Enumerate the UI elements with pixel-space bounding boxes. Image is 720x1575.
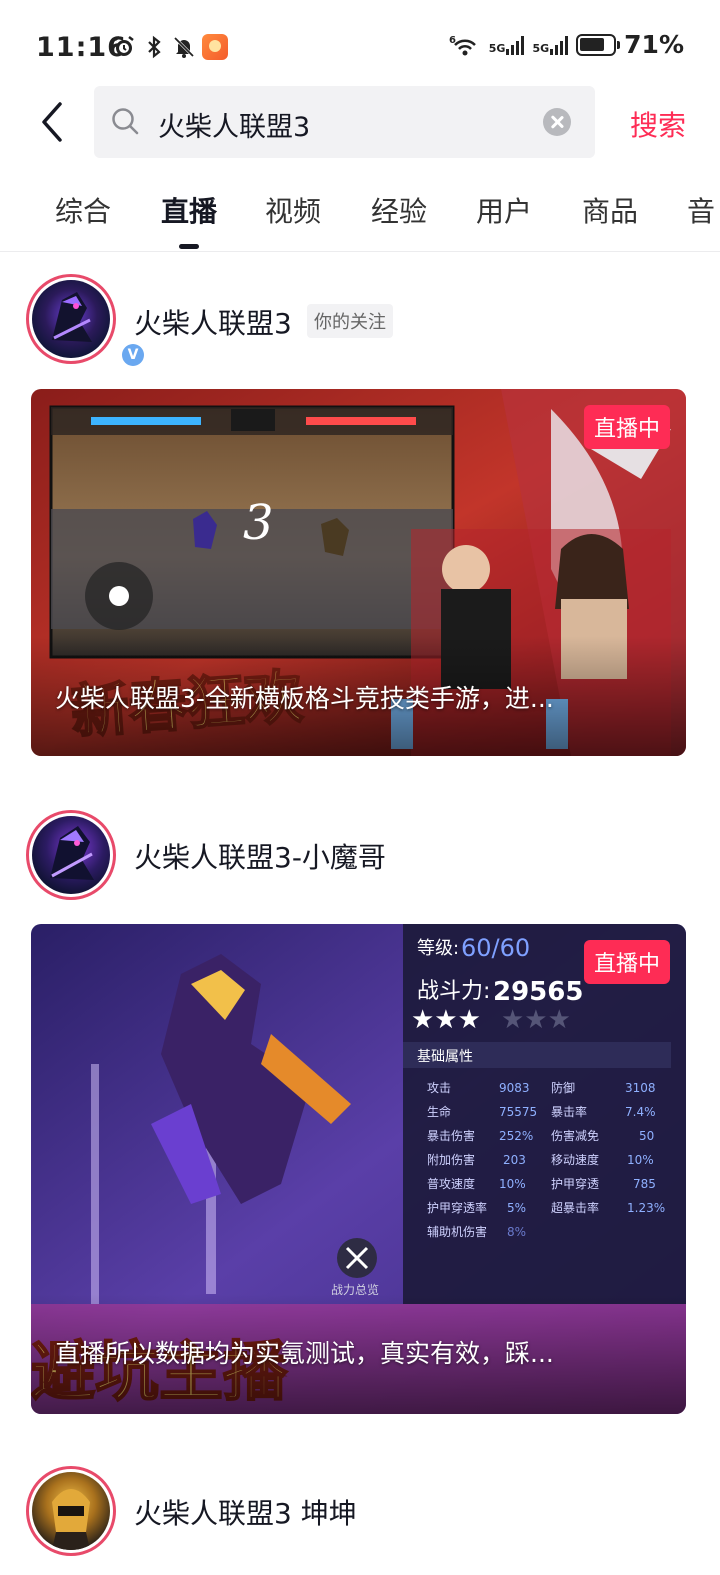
svg-text:暴击伤害: 暴击伤害: [427, 1128, 475, 1143]
svg-text:1.23%: 1.23%: [627, 1201, 665, 1215]
avatar-image: [32, 280, 110, 358]
svg-text:攻击: 攻击: [427, 1081, 451, 1095]
search-row: 火柴人联盟3 搜索: [0, 86, 720, 158]
svg-text:50: 50: [639, 1129, 654, 1143]
svg-text:生命: 生命: [427, 1104, 451, 1119]
svg-text:252%: 252%: [499, 1129, 533, 1143]
clear-search-button[interactable]: [543, 108, 571, 136]
network-label-2: 5G: [532, 41, 550, 55]
search-icon: [110, 106, 140, 136]
svg-text:基础属性: 基础属性: [417, 1048, 473, 1065]
anchor-name[interactable]: 火柴人联盟3 坤坤: [134, 1492, 357, 1532]
back-button[interactable]: [34, 100, 74, 144]
live-cover[interactable]: 3 新春狂欢 直播中 火柴人联盟3-全新横板格斗竞技类手游，进...: [31, 389, 686, 756]
alarm-icon: [112, 35, 136, 59]
svg-text:29565: 29565: [493, 977, 583, 1007]
svg-text:10%: 10%: [499, 1177, 526, 1191]
battery-icon: [576, 33, 621, 56]
tab-products[interactable]: 商品: [582, 190, 638, 230]
tab-live[interactable]: 直播: [161, 190, 217, 230]
chevron-left-icon: [42, 102, 62, 142]
svg-text:203: 203: [503, 1153, 526, 1167]
mute-icon: [172, 35, 196, 59]
live-cover[interactable]: 等级: 60/60 战斗力: 29565 ★★★ ★★★ 基础属性 攻击 9083…: [31, 924, 686, 1414]
wifi-icon: 6: [449, 33, 481, 57]
signal-icon-2: 5G: [532, 35, 569, 55]
verified-badge: V: [119, 341, 147, 369]
battery-percent: 71%: [624, 30, 684, 59]
avatar[interactable]: [26, 1466, 116, 1556]
live-title: 直播所以数据均为实氪测试，真实有效，踩...: [55, 1339, 554, 1368]
anchor-name[interactable]: 火柴人联盟3: [134, 302, 292, 342]
verified-icon: V: [122, 344, 144, 366]
svg-text:超暴击率: 超暴击率: [551, 1200, 599, 1215]
svg-text:7.4%: 7.4%: [625, 1105, 656, 1119]
svg-text:战斗力:: 战斗力:: [417, 979, 490, 1004]
svg-text:★★★: ★★★: [411, 1005, 481, 1035]
avatar[interactable]: [26, 810, 116, 900]
tab-experience[interactable]: 经验: [371, 190, 427, 230]
svg-text:60/60: 60/60: [461, 934, 530, 962]
network-label-1: 5G: [488, 41, 506, 55]
svg-text:★★★: ★★★: [501, 1005, 571, 1035]
svg-text:5%: 5%: [507, 1201, 526, 1215]
svg-text:护甲穿透: 护甲穿透: [551, 1176, 599, 1191]
tab-comprehensive[interactable]: 综合: [55, 190, 111, 230]
svg-text:75575: 75575: [499, 1105, 537, 1119]
svg-text:等级:: 等级:: [417, 938, 459, 959]
live-badge: 直播中: [583, 405, 670, 449]
svg-text:普攻速度: 普攻速度: [427, 1176, 475, 1191]
live-result-card[interactable]: V 火柴人联盟3 你的关注 3 直播中 火柴人联盟3-全新横板格斗竞技类手游，进…: [0, 272, 720, 762]
active-tab-indicator: [179, 244, 199, 249]
tab-music[interactable]: 音: [687, 190, 715, 230]
search-input[interactable]: 火柴人联盟3: [94, 86, 595, 158]
result-tabs: 综合 直播 视频 经验 用户 商品 音: [0, 180, 720, 252]
status-icons-right: 6 5G 5G 71%: [449, 30, 684, 59]
svg-text:785: 785: [633, 1177, 656, 1191]
svg-text:防御: 防御: [551, 1080, 575, 1095]
svg-text:护甲穿透率: 护甲穿透率: [427, 1200, 487, 1215]
svg-text:暴击率: 暴击率: [551, 1104, 587, 1119]
anchor-name[interactable]: 火柴人联盟3-小魔哥: [134, 836, 386, 876]
svg-text:移动速度: 移动速度: [551, 1152, 599, 1167]
status-bar: 11:16 6 5G 5G 71%: [0, 0, 720, 90]
live-result-card[interactable]: 火柴人联盟3 坤坤: [0, 1464, 720, 1575]
follow-tag: 你的关注: [307, 304, 393, 338]
svg-text:9083: 9083: [499, 1081, 530, 1095]
svg-text:伤害减免: 伤害减免: [551, 1128, 599, 1143]
search-button[interactable]: 搜索: [630, 104, 686, 144]
tab-video[interactable]: 视频: [265, 190, 321, 230]
tab-users[interactable]: 用户: [476, 190, 532, 230]
live-result-card[interactable]: 火柴人联盟3-小魔哥 等级: 60/60 战斗力: 29565 ★★★ ★★★ …: [0, 808, 720, 1418]
signal-icon-1: 5G: [489, 35, 525, 55]
avatar-image: [32, 816, 110, 894]
avatar-image: [32, 1472, 110, 1550]
bluetooth-icon: [142, 35, 166, 59]
svg-text:3: 3: [243, 495, 274, 551]
app-notification-icon: [202, 34, 228, 60]
svg-text:10%: 10%: [627, 1153, 654, 1167]
svg-text:3108: 3108: [625, 1081, 656, 1095]
svg-text:8%: 8%: [507, 1225, 526, 1239]
status-icons-left: [112, 34, 228, 60]
svg-text:附加伤害: 附加伤害: [427, 1152, 475, 1167]
svg-text:辅助机伤害: 辅助机伤害: [427, 1224, 487, 1239]
search-query-text: 火柴人联盟3: [158, 112, 311, 143]
live-title: 火柴人联盟3-全新横板格斗竞技类手游，进...: [55, 684, 554, 713]
avatar[interactable]: V: [26, 274, 147, 369]
live-badge: 直播中: [583, 940, 670, 984]
